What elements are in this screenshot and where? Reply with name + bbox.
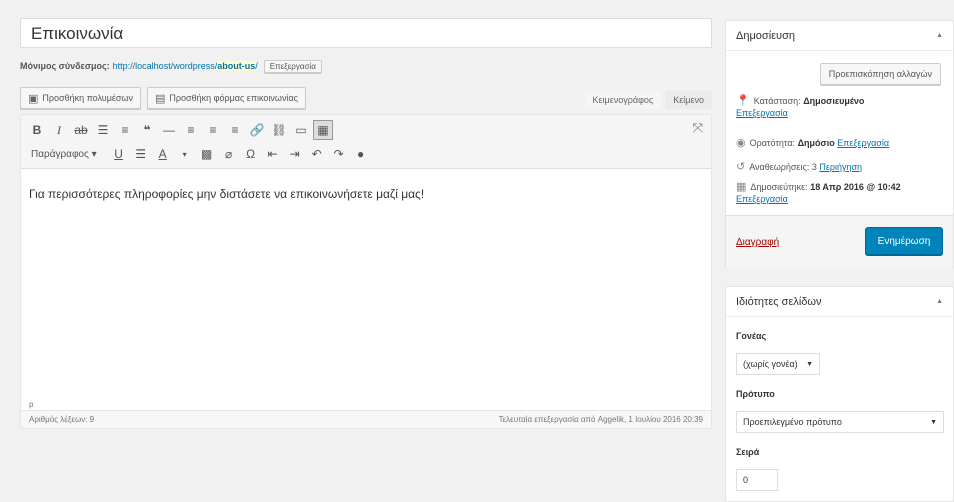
add-media-button[interactable]: ▣ Προσθήκη πολυμέσων: [20, 87, 142, 109]
editor-main: Επικοινωνία Μόνιμος σύνδεσμος: http://lo…: [20, 18, 712, 429]
underline-button[interactable]: U: [109, 144, 129, 164]
special-character-button[interactable]: Ω: [241, 144, 261, 164]
editor-area: B I ab ☰ ≡ ❝ — ≡ ≡ ≡ 🔗 ⛓ ▭ ▦ Παράγραφος …: [20, 114, 712, 429]
status-label: Κατάσταση:: [753, 96, 801, 106]
editor-content[interactable]: Για περισσότερες πληροφορίες μην διστάσε…: [21, 169, 711, 219]
editor-statusbar: p Αριθμός λέξεων: 9 Τελευταία επεξεργασί…: [21, 400, 711, 428]
format-select-value: Παράγραφος: [31, 148, 89, 160]
revisions-icon: ↺: [736, 161, 746, 173]
published-row: ▦ Δημοσιεύτηκε: 18 Απρ 2016 @ 10:42 Επεξε…: [736, 181, 945, 205]
visibility-edit-link[interactable]: Επεξεργασία: [837, 138, 889, 148]
eye-icon: ◉: [736, 137, 746, 149]
blockquote-button[interactable]: ❝: [137, 120, 157, 140]
publish-box-header[interactable]: Δημοσίευση ▲: [726, 21, 953, 51]
page-attributes-box: Ιδιότητες σελίδων ▲ Γονέας (χωρίς γονέα)…: [725, 286, 954, 502]
permalink-slug[interactable]: about-us: [217, 61, 256, 71]
editor-tabs: Κειμενογράφος Κείμενο: [581, 91, 712, 109]
template-label: Πρότυπο: [736, 389, 775, 399]
help-button[interactable]: ●: [351, 144, 371, 164]
revisions-browse-link[interactable]: Περιήγηση: [819, 162, 862, 172]
page-attributes-title: Ιδιότητες σελίδων: [736, 295, 822, 308]
status-edit-link[interactable]: Επεξεργασία: [736, 108, 788, 118]
status-value: Δημοσιευμένο: [803, 96, 865, 106]
publish-actions: Διαγραφή Ενημέρωση: [726, 215, 953, 269]
visibility-value: Δημόσιο: [797, 138, 835, 148]
published-value: 18 Απρ 2016 @ 10:42: [810, 182, 901, 192]
fullscreen-icon[interactable]: ⤧: [693, 120, 703, 136]
editor-toolbar: B I ab ☰ ≡ ❝ — ≡ ≡ ≡ 🔗 ⛓ ▭ ▦ Παράγραφος …: [21, 115, 711, 169]
bold-button[interactable]: B: [27, 120, 47, 140]
revisions-label: Αναθεωρήσεις: 3: [749, 162, 817, 172]
numbered-list-button[interactable]: ≡: [115, 120, 135, 140]
collapse-arrow-icon[interactable]: ▲: [936, 298, 943, 305]
remove-link-button[interactable]: ⛓: [269, 120, 289, 140]
indent-button[interactable]: ⇥: [285, 144, 305, 164]
publish-box-title: Δημοσίευση: [736, 29, 795, 42]
text-color-dropdown[interactable]: ▾: [175, 144, 195, 164]
permalink-row: Μόνιμος σύνδεσμος: http://localhost/word…: [20, 58, 712, 74]
calendar-icon: ▦: [736, 181, 747, 193]
published-edit-link[interactable]: Επεξεργασία: [736, 194, 788, 204]
parent-select-value: (χωρίς γονέα): [743, 359, 798, 369]
order-input[interactable]: 0: [736, 469, 778, 491]
title-input[interactable]: Επικοινωνία: [20, 18, 712, 48]
visibility-row: ◉ Ορατότητα: Δημόσιο Επεξεργασία: [736, 137, 945, 149]
align-right-button[interactable]: ≡: [225, 120, 245, 140]
media-icon: ▣: [28, 92, 39, 105]
text-color-button[interactable]: A: [153, 144, 173, 164]
align-left-button[interactable]: ≡: [181, 120, 201, 140]
chevron-down-icon: ▼: [806, 360, 813, 368]
tab-visual[interactable]: Κειμενογράφος: [584, 91, 662, 109]
chevron-down-icon: ▼: [930, 418, 937, 426]
horizontal-line-button[interactable]: —: [159, 120, 179, 140]
permalink-url-prefix[interactable]: http://localhost/wordpress/: [113, 61, 218, 71]
editor-footer: Αριθμός λέξεων: 9 Τελευταία επεξεργασία …: [21, 410, 711, 428]
permalink-url[interactable]: http://localhost/wordpress/about-us/: [113, 61, 258, 71]
bullet-list-button[interactable]: ☰: [93, 120, 113, 140]
permalink-edit-button[interactable]: Επεξεργασία: [263, 59, 322, 73]
media-buttons-row: ▣ Προσθήκη πολυμέσων ▤ Προσθήκη φόρμας ε…: [20, 87, 712, 109]
visibility-label: Ορατότητα:: [749, 138, 796, 148]
format-select[interactable]: Παράγραφος ▾: [27, 149, 101, 160]
preview-changes-button[interactable]: Προεπισκόπηση αλλαγών: [819, 63, 941, 85]
add-media-label: Προσθήκη πολυμέσων: [42, 93, 134, 103]
add-form-label: Προσθήκη φόρμας επικοινωνίας: [169, 93, 298, 103]
page-attributes-header[interactable]: Ιδιότητες σελίδων ▲: [726, 287, 953, 317]
revisions-row: ↺ Αναθεωρήσεις: 3 Περιήγηση: [736, 161, 945, 173]
toolbar-row-2: Παράγραφος ▾ U ☰ A ▾ ▩ ⌀ Ω ⇤ ⇥ ↶ ↷ ●: [27, 142, 705, 166]
published-label: Δημοσιεύτηκε:: [750, 182, 808, 192]
parent-label: Γονέας: [736, 331, 767, 341]
outdent-button[interactable]: ⇤: [263, 144, 283, 164]
italic-button[interactable]: I: [49, 120, 69, 140]
toolbar-row-1: B I ab ☰ ≡ ❝ — ≡ ≡ ≡ 🔗 ⛓ ▭ ▦: [27, 118, 705, 142]
add-form-button[interactable]: ▤ Προσθήκη φόρμας επικοινωνίας: [147, 87, 306, 109]
delete-link[interactable]: Διαγραφή: [736, 237, 779, 248]
undo-button[interactable]: ↶: [307, 144, 327, 164]
justify-button[interactable]: ☰: [131, 144, 151, 164]
collapse-arrow-icon[interactable]: ▲: [936, 32, 943, 39]
permalink-url-suffix[interactable]: /: [255, 61, 258, 71]
clear-formatting-button[interactable]: ⌀: [219, 144, 239, 164]
align-center-button[interactable]: ≡: [203, 120, 223, 140]
form-icon: ▤: [155, 92, 166, 105]
read-more-button[interactable]: ▭: [291, 120, 311, 140]
permalink-label: Μόνιμος σύνδεσμος:: [20, 61, 110, 71]
redo-button[interactable]: ↷: [329, 144, 349, 164]
last-edited: Τελευταία επεξεργασία από Aggelik, 1 Ιου…: [498, 415, 703, 424]
order-label: Σειρά: [736, 447, 760, 457]
pin-icon: 📍: [736, 95, 750, 107]
insert-link-button[interactable]: 🔗: [247, 120, 267, 140]
toolbar-toggle-button[interactable]: ▦: [313, 120, 333, 140]
parent-select[interactable]: (χωρίς γονέα) ▼: [736, 353, 820, 375]
tab-text[interactable]: Κείμενο: [665, 91, 712, 109]
strikethrough-button[interactable]: ab: [71, 120, 91, 140]
publish-box: Δημοσίευση ▲ Προεπισκόπηση αλλαγών 📍 Κατά…: [725, 20, 954, 269]
word-count: Αριθμός λέξεων: 9: [29, 415, 95, 424]
template-select[interactable]: Προεπιλεγμένο πρότυπο ▼: [736, 411, 944, 433]
paste-text-button[interactable]: ▩: [197, 144, 217, 164]
template-select-value: Προεπιλεγμένο πρότυπο: [743, 417, 842, 427]
status-row: 📍 Κατάσταση: Δημοσιευμένο Επεξεργασία: [736, 95, 945, 119]
element-path: p: [29, 400, 34, 409]
update-button[interactable]: Ενημέρωση: [865, 227, 943, 255]
